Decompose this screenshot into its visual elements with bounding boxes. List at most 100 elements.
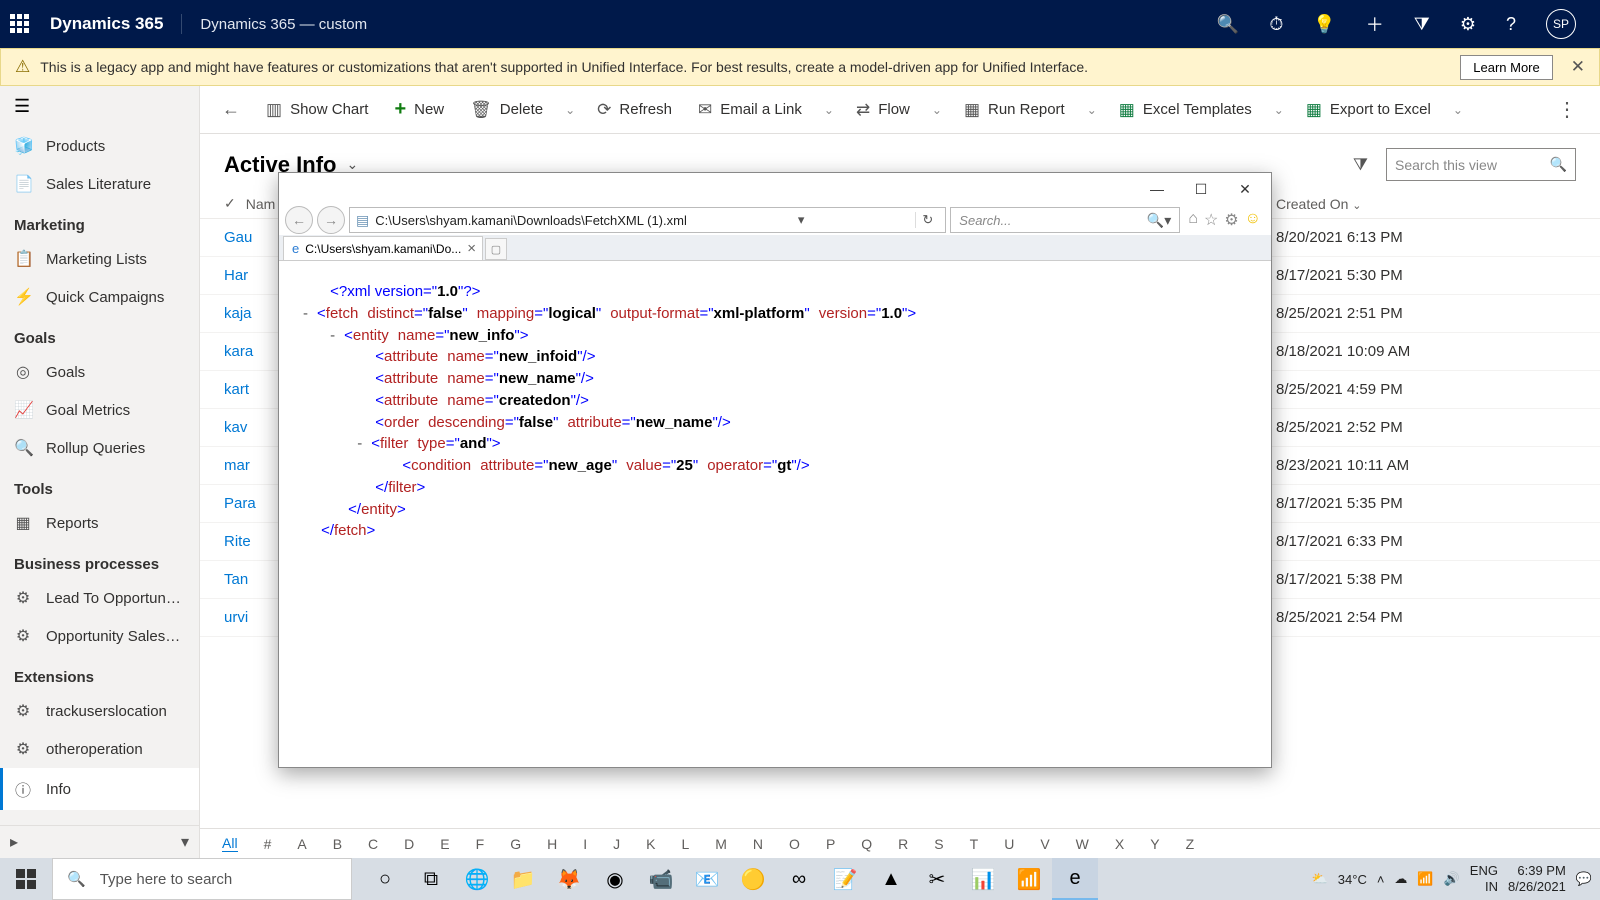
alpha-letter[interactable]: Q: [861, 836, 872, 852]
alpha-letter[interactable]: E: [440, 836, 449, 852]
report-chevron[interactable]: ⌄: [1079, 97, 1105, 123]
notifications-icon[interactable]: 💬: [1576, 871, 1592, 887]
tpl-chevron[interactable]: ⌄: [1266, 97, 1292, 123]
alpha-letter[interactable]: D: [404, 836, 414, 852]
home-icon[interactable]: ⌂: [1188, 210, 1198, 230]
app13-icon[interactable]: 📊: [960, 858, 1006, 900]
clock[interactable]: 6:39 PM8/26/2021: [1508, 863, 1566, 894]
sidebar-toggle-icon[interactable]: ☰: [0, 86, 199, 127]
sidebar-item[interactable]: ▦Reports: [0, 504, 199, 542]
sidebar-item[interactable]: ⓘInfo: [0, 768, 199, 810]
flow-button[interactable]: ⇄Flow: [844, 94, 922, 126]
sidebar-item[interactable]: ⚙otheroperation: [0, 730, 199, 768]
maximize-button[interactable]: ☐: [1179, 173, 1223, 205]
dismiss-warning-icon[interactable]: ✕: [1571, 57, 1585, 77]
ie-back-button[interactable]: ←: [285, 206, 313, 234]
alpha-letter[interactable]: O: [789, 836, 800, 852]
alpha-letter[interactable]: B: [333, 836, 342, 852]
sidebar-item[interactable]: ⚡Quick Campaigns: [0, 278, 199, 316]
alpha-letter[interactable]: L: [681, 836, 689, 852]
new-tab-button[interactable]: ▢: [485, 238, 507, 260]
sidebar-item[interactable]: ⚙Lead To Opportun…: [0, 579, 199, 617]
search-go-icon[interactable]: 🔍: [1550, 156, 1567, 173]
ie-forward-button[interactable]: →: [317, 206, 345, 234]
minimize-button[interactable]: ―: [1135, 173, 1179, 205]
alpha-letter[interactable]: R: [898, 836, 908, 852]
alpha-letter[interactable]: C: [368, 836, 378, 852]
back-button[interactable]: ←: [210, 93, 252, 126]
cortana-icon[interactable]: ○: [362, 858, 408, 900]
sidebar-item[interactable]: 🔍Rollup Queries: [0, 429, 199, 467]
filter-icon[interactable]: ⧩: [1414, 14, 1430, 35]
alpha-letter[interactable]: T: [970, 836, 979, 852]
close-button[interactable]: ✕: [1223, 173, 1267, 205]
view-chevron-icon[interactable]: ⌄: [346, 156, 358, 173]
alpha-letter[interactable]: G: [510, 836, 521, 852]
alpha-letter[interactable]: P: [826, 836, 835, 852]
ie-tab[interactable]: e C:\Users\shyam.kamani\Do... ×: [283, 236, 483, 260]
taskbar-search[interactable]: 🔍 Type here to search: [52, 858, 352, 900]
app5-icon[interactable]: ◉: [592, 858, 638, 900]
alpha-letter[interactable]: Z: [1186, 836, 1195, 852]
show-chart-button[interactable]: ▥Show Chart: [254, 94, 380, 126]
sidebar-item[interactable]: ⚙trackuserslocation: [0, 692, 199, 730]
app11-icon[interactable]: ▲: [868, 858, 914, 900]
temperature[interactable]: 34°C: [1338, 872, 1367, 887]
start-button[interactable]: [0, 858, 52, 900]
email-link-button[interactable]: ✉Email a Link: [686, 94, 814, 126]
sidebar-item[interactable]: 📄Sales Literature: [0, 165, 199, 203]
tab-close-icon[interactable]: ×: [467, 240, 476, 257]
help-icon[interactable]: ?: [1506, 14, 1516, 35]
onedrive-icon[interactable]: ☁: [1394, 871, 1407, 887]
firefox-icon[interactable]: 🦊: [546, 858, 592, 900]
ie-search-input[interactable]: Search... 🔍▾: [950, 207, 1180, 233]
chrome-icon[interactable]: 🟡: [730, 858, 776, 900]
lang-block[interactable]: ENGIN: [1470, 863, 1498, 894]
alpha-letter[interactable]: V: [1040, 836, 1049, 852]
alpha-letter[interactable]: M: [715, 836, 727, 852]
taskview-icon[interactable]: ⧉: [408, 858, 454, 900]
alpha-letter[interactable]: H: [547, 836, 557, 852]
excel-templates-button[interactable]: ▦Excel Templates: [1107, 94, 1264, 126]
tray-chevron-icon[interactable]: ˄: [1377, 872, 1385, 887]
alpha-letter[interactable]: U: [1004, 836, 1014, 852]
task-icon[interactable]: ⏱: [1269, 14, 1283, 35]
sidebar-item[interactable]: ◎Goals: [0, 353, 199, 391]
new-button[interactable]: +New: [382, 92, 456, 127]
export-excel-button[interactable]: ▦Export to Excel: [1294, 94, 1443, 126]
assistant-icon[interactable]: 💡: [1313, 14, 1335, 35]
app7-icon[interactable]: 📧: [684, 858, 730, 900]
flow-chevron[interactable]: ⌄: [924, 97, 950, 123]
alpha-letter[interactable]: J: [613, 836, 620, 852]
ie-taskbar-icon[interactable]: e: [1052, 858, 1098, 900]
settings-icon[interactable]: ⚙: [1460, 14, 1476, 35]
powerbi-icon[interactable]: 📶: [1006, 858, 1052, 900]
column-filter-icon[interactable]: ⧩: [1347, 149, 1374, 181]
sidebar-item[interactable]: 📋Marketing Lists: [0, 240, 199, 278]
alpha-letter[interactable]: F: [476, 836, 485, 852]
more-commands-icon[interactable]: ⋮: [1545, 91, 1590, 128]
notepad-icon[interactable]: 📝: [822, 858, 868, 900]
vs-icon[interactable]: ∞: [776, 858, 822, 900]
sidebar-item[interactable]: 📈Goal Metrics: [0, 391, 199, 429]
user-avatar[interactable]: SP: [1546, 9, 1576, 39]
favorites-icon[interactable]: ☆: [1204, 210, 1218, 230]
alpha-letter[interactable]: K: [646, 836, 655, 852]
run-report-button[interactable]: ▦Run Report: [952, 94, 1077, 126]
alpha-letter[interactable]: X: [1115, 836, 1124, 852]
smiley-icon[interactable]: ☺: [1245, 210, 1261, 230]
volume-icon[interactable]: 🔊: [1444, 871, 1460, 887]
ie-search-icon[interactable]: 🔍▾: [1147, 212, 1171, 229]
addr-dropdown-icon[interactable]: ▾: [792, 212, 811, 228]
delete-chevron[interactable]: ⌄: [557, 97, 583, 123]
tools-gear-icon[interactable]: ⚙: [1224, 210, 1238, 230]
refresh-button[interactable]: ⟳Refresh: [585, 94, 684, 126]
alpha-letter[interactable]: I: [583, 836, 587, 852]
export-chevron[interactable]: ⌄: [1445, 97, 1471, 123]
add-icon[interactable]: ＋: [1366, 11, 1384, 37]
edge-icon[interactable]: 🌐: [454, 858, 500, 900]
alpha-letter[interactable]: W: [1076, 836, 1089, 852]
alpha-all[interactable]: All: [222, 835, 238, 852]
search-icon[interactable]: 🔍: [1217, 14, 1239, 35]
sidebar-item[interactable]: 🧊Products: [0, 127, 199, 165]
